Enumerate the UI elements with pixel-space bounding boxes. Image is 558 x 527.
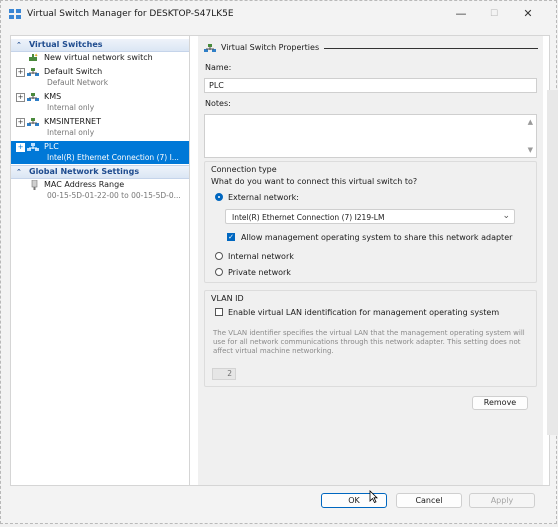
cancel-button[interactable]: Cancel	[396, 493, 462, 508]
vlan-id-group: VLAN ID Enable virtual LAN identificatio…	[204, 290, 537, 387]
tree-item-mac-address-range[interactable]: MAC Address Range 00-15-5D-01-22-00 to 0…	[11, 179, 189, 203]
global-network-settings-header[interactable]: ⌃ Global Network Settings	[11, 165, 189, 179]
vlan-id-spinner[interactable]: 2	[212, 368, 236, 380]
private-network-label: Private network	[228, 268, 291, 277]
internal-network-label: Internal network	[228, 252, 294, 261]
name-label: Name:	[205, 63, 232, 72]
remove-button[interactable]: Remove	[472, 396, 528, 410]
virtual-switch-properties-header: Virtual Switch Properties	[202, 42, 538, 54]
allow-management-checkbox[interactable]: ✓	[227, 233, 235, 241]
title-bar: Virtual Switch Manager for DESKTOP-S47LK…	[1, 1, 556, 29]
expand-icon[interactable]: +	[16, 118, 25, 127]
close-button[interactable]: ✕	[513, 5, 543, 23]
expand-icon[interactable]: +	[16, 143, 25, 152]
network-switch-icon	[27, 143, 39, 151]
private-network-radio[interactable]	[215, 268, 223, 276]
tree-item-default-switch[interactable]: + Default Switch Default Network	[11, 66, 189, 90]
background-window-edge	[547, 90, 558, 435]
chevron-down-icon: ⌄	[502, 211, 510, 221]
enable-vlan-label: Enable virtual LAN identification for ma…	[228, 308, 500, 317]
collapse-icon: ⌃	[16, 41, 22, 49]
switch-tree-panel: ⌃ Virtual Switches ✦ New virtual network…	[11, 36, 190, 485]
connection-question: What do you want to connect this virtual…	[211, 177, 418, 186]
header-divider	[324, 48, 538, 49]
virtual-switch-manager-window: Virtual Switch Manager for DESKTOP-S47LK…	[0, 0, 557, 524]
collapse-icon: ⌃	[16, 168, 22, 176]
apply-button[interactable]: Apply	[469, 493, 535, 508]
properties-pane: Virtual Switch Properties Name: PLC Note…	[198, 36, 543, 485]
tree-item-kms[interactable]: + KMS Internal only	[11, 91, 189, 115]
expand-icon[interactable]: +	[16, 68, 25, 77]
mouse-cursor-icon	[369, 490, 378, 503]
connection-type-title: Connection type	[211, 165, 277, 174]
external-network-radio[interactable]	[215, 193, 223, 201]
virtual-switch-manager-icon	[9, 9, 21, 19]
svg-text:✦: ✦	[34, 53, 38, 59]
network-switch-icon	[27, 93, 39, 101]
main-content: ⌃ Virtual Switches ✦ New virtual network…	[10, 35, 550, 486]
network-switch-icon	[27, 118, 39, 126]
enable-vlan-checkbox[interactable]	[215, 308, 223, 316]
tree-item-kmsinternet[interactable]: + KMSINTERNET Internal only	[11, 116, 189, 140]
connection-type-group: Connection type What do you want to conn…	[204, 161, 537, 283]
maximize-button[interactable]: ☐	[479, 5, 509, 23]
allow-management-label: Allow management operating system to sha…	[241, 233, 513, 242]
tree-item-new-switch[interactable]: ✦ New virtual network switch	[11, 52, 189, 65]
external-network-label: External network:	[228, 193, 299, 202]
virtual-switches-header[interactable]: ⌃ Virtual Switches	[11, 39, 189, 52]
network-switch-icon	[27, 68, 39, 76]
vlan-id-title: VLAN ID	[211, 294, 244, 303]
internal-network-radio[interactable]	[215, 252, 223, 260]
scroll-down-icon[interactable]: ▼	[528, 146, 533, 154]
minimize-button[interactable]: —	[446, 5, 476, 23]
vlan-description: The VLAN identifier specifies the virtua…	[213, 329, 525, 355]
notes-field[interactable]: ▲ ▼	[204, 114, 537, 158]
name-field[interactable]: PLC	[204, 78, 537, 93]
expand-icon[interactable]: +	[16, 93, 25, 102]
properties-panel: Virtual Switch Properties Name: PLC Note…	[190, 36, 549, 485]
network-adapter-icon	[31, 180, 38, 190]
new-switch-icon: ✦	[29, 53, 38, 61]
network-adapter-select[interactable]: Intel(R) Ethernet Connection (7) I219-LM…	[225, 209, 515, 224]
scroll-up-icon[interactable]: ▲	[528, 118, 533, 126]
notes-label: Notes:	[205, 99, 231, 108]
network-switch-icon	[204, 44, 216, 52]
tree-item-plc[interactable]: + PLC Intel(R) Ethernet Connection (7) I…	[11, 141, 189, 164]
window-title: Virtual Switch Manager for DESKTOP-S47LK…	[27, 9, 234, 19]
